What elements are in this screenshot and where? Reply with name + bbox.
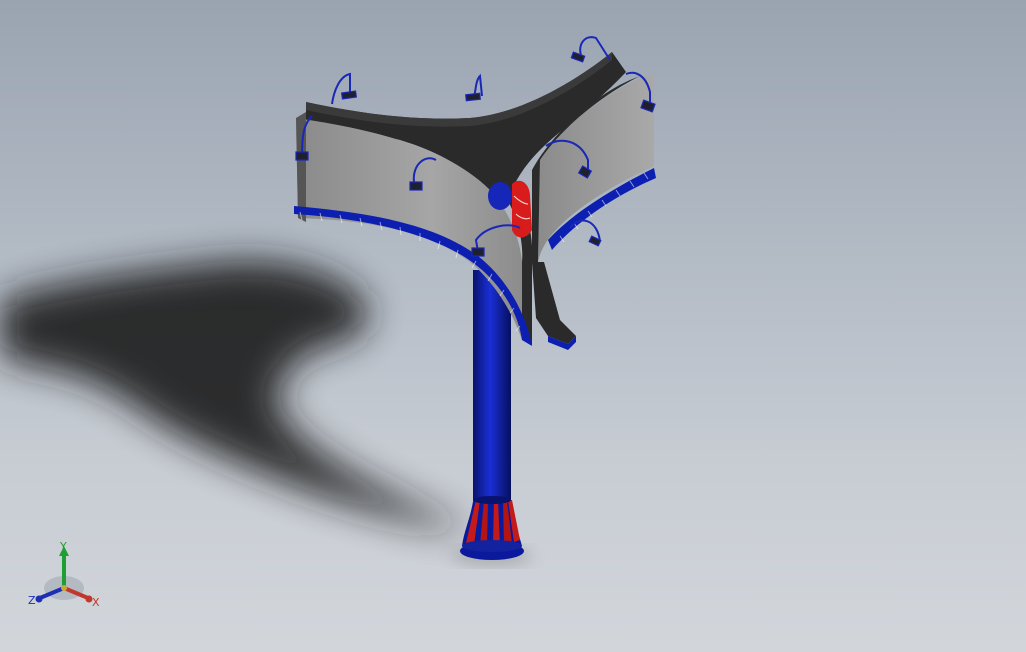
x-axis-label: X [92,596,100,609]
graphics-viewport[interactable]: Y X Z [0,0,1026,652]
y-axis-label: Y [59,540,67,553]
orientation-triad[interactable]: Y X Z [22,538,106,618]
ground-shadow [0,260,470,530]
billboard-3d-model[interactable] [0,0,1026,652]
triad-origin [61,585,67,591]
pole [473,270,511,500]
z-axis-end [35,595,43,603]
z-axis-label: Z [28,594,36,607]
